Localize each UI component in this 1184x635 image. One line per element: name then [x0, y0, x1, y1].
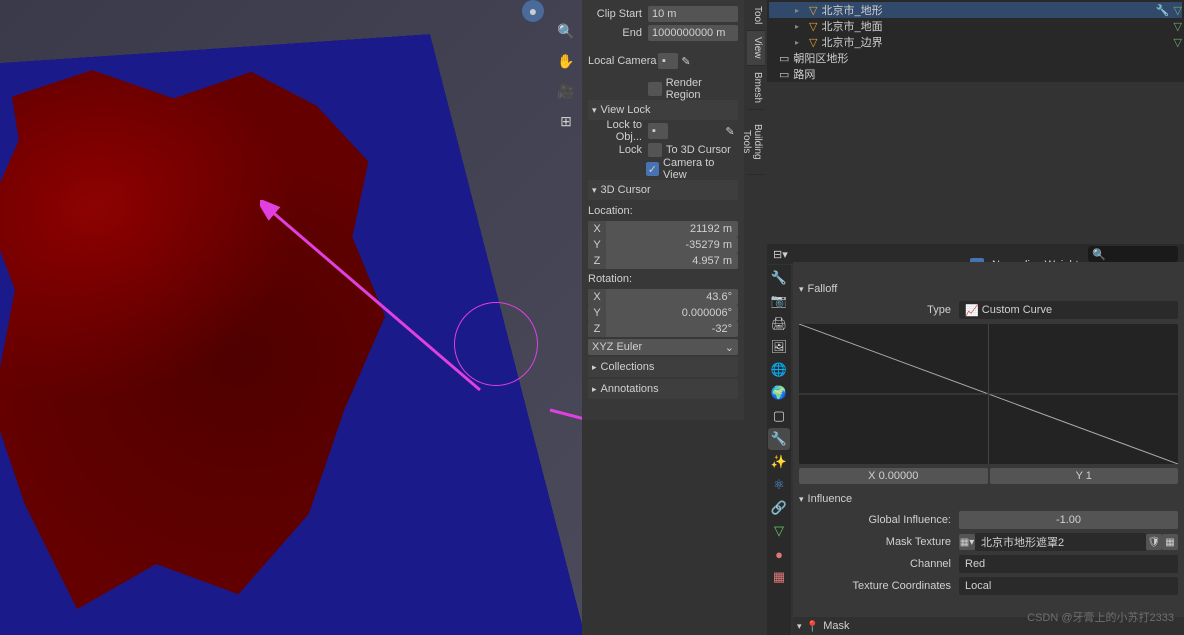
- texture-browse-icon[interactable]: ▦▾: [959, 534, 975, 550]
- brush-circle: [454, 302, 538, 386]
- ptab-render[interactable]: 📷: [768, 290, 790, 312]
- ptab-constraint[interactable]: 🔗: [768, 497, 790, 519]
- rotation-label: Rotation:: [588, 273, 632, 285]
- outliner-item[interactable]: ▭朝阳区地形: [769, 50, 1182, 66]
- eyedropper-icon[interactable]: ✎: [678, 53, 694, 69]
- tab-tool[interactable]: Tool: [747, 0, 765, 30]
- ptab-modifier[interactable]: 🔧: [768, 428, 790, 450]
- mask-texture-field[interactable]: 北京市地形遮罩2: [975, 533, 1146, 551]
- camera-to-view-checkbox[interactable]: ✓: [646, 162, 659, 176]
- ptab-texture[interactable]: ▦: [768, 566, 790, 588]
- outliner[interactable]: ▸▽北京市_地形🔧▽ ▸▽北京市_地面▽ ▸▽北京市_边界▽ ▭朝阳区地形 ▭路…: [767, 0, 1184, 82]
- render-region-checkbox[interactable]: [648, 82, 662, 96]
- influence-header[interactable]: Influence: [799, 490, 1178, 508]
- channel-dropdown[interactable]: Red: [959, 555, 1178, 573]
- ptab-scene[interactable]: 🌐: [768, 359, 790, 381]
- channel-label: Channel: [799, 558, 959, 570]
- new-texture-icon[interactable]: ▦: [1162, 534, 1178, 550]
- gizmo-toggle[interactable]: ●: [522, 0, 544, 22]
- annotations-header[interactable]: Annotations: [588, 379, 738, 399]
- pan-icon[interactable]: ✋: [555, 50, 577, 72]
- ptab-output[interactable]: 🖨: [768, 313, 790, 335]
- ptab-data[interactable]: ▽: [768, 520, 790, 542]
- viewport-nav-gizmos: 🔍 ✋ 🎥 ⊞: [554, 20, 578, 132]
- rot-x-input[interactable]: X43.6°: [588, 289, 738, 305]
- mask-texture-label: Mask Texture: [799, 536, 959, 548]
- falloff-header[interactable]: Falloff: [799, 280, 1178, 298]
- mesh-data-icon[interactable]: ▽: [1174, 4, 1182, 17]
- grid-icon[interactable]: ⊞: [555, 110, 577, 132]
- ptab-object[interactable]: ▢: [768, 405, 790, 427]
- tex-coords-dropdown[interactable]: Local: [959, 577, 1178, 595]
- ptab-particle[interactable]: ✨: [768, 451, 790, 473]
- curve-y-readout[interactable]: Y 1: [990, 468, 1179, 484]
- n-panel-tabs: Tool View Bmesh Building Tools: [747, 0, 765, 175]
- clip-start-label: Clip Start: [588, 8, 648, 20]
- n-panel: Clip Start10 m End1000000000 m Local Cam…: [582, 0, 744, 420]
- ptab-world[interactable]: 🌍: [768, 382, 790, 404]
- lock-to-obj-field[interactable]: ▪: [648, 123, 668, 139]
- to-3d-cursor-checkbox[interactable]: [648, 143, 662, 157]
- view-lock-header[interactable]: View Lock: [588, 100, 738, 120]
- mask-subpanel-header[interactable]: ▾📍Mask: [793, 617, 1184, 635]
- outliner-item[interactable]: ▸▽北京市_地形🔧▽: [769, 2, 1182, 18]
- mesh-icon: ▽: [809, 4, 817, 17]
- ptab-material[interactable]: ●: [768, 543, 790, 565]
- editor-type-icon[interactable]: ⊟▾: [773, 248, 788, 261]
- location-label: Location:: [588, 205, 633, 217]
- pin-icon[interactable]: 📍: [806, 620, 820, 633]
- properties-search[interactable]: 🔍: [1088, 246, 1178, 262]
- mesh-icon: ▽: [809, 36, 817, 49]
- tab-bmesh[interactable]: Bmesh: [747, 66, 765, 109]
- terrain-mesh: [0, 52, 484, 635]
- lock-to-obj-label: Lock to Obj...: [588, 119, 648, 143]
- ptab-physics[interactable]: ⚛: [768, 474, 790, 496]
- type-dropdown[interactable]: 📈 Custom Curve: [959, 301, 1178, 319]
- zoom-icon[interactable]: 🔍: [555, 20, 577, 42]
- lock-label: Lock: [588, 144, 648, 156]
- 3d-cursor-header[interactable]: 3D Cursor: [588, 180, 738, 200]
- cursor-x-input[interactable]: X21192 m: [588, 221, 738, 237]
- mesh-data-icon[interactable]: ▽: [1174, 36, 1182, 49]
- global-influence-slider[interactable]: -1.00: [959, 511, 1178, 529]
- local-camera-field[interactable]: ▪: [658, 53, 678, 69]
- camera-icon[interactable]: 🎥: [555, 80, 577, 102]
- modifier-icon[interactable]: 🔧: [1156, 4, 1170, 17]
- 3d-viewport[interactable]: ● 🔍 ✋ 🎥 ⊞: [0, 0, 582, 635]
- end-label: End: [588, 27, 648, 39]
- clip-start-input[interactable]: 10 m: [648, 6, 738, 22]
- ptab-view[interactable]: 🖼: [768, 336, 790, 358]
- search-icon: 🔍: [1092, 248, 1106, 261]
- collection-icon: ▭: [779, 68, 789, 81]
- tab-view[interactable]: View: [747, 31, 765, 65]
- tab-building[interactable]: Building Tools: [747, 110, 765, 174]
- mesh-icon: ▽: [809, 20, 817, 33]
- ptab-tool[interactable]: 🔧: [768, 267, 790, 289]
- rot-z-input[interactable]: Z-32°: [588, 321, 738, 337]
- cursor-y-input[interactable]: Y-35279 m: [588, 237, 738, 253]
- fake-user-icon[interactable]: 🛡: [1146, 534, 1162, 550]
- end-input[interactable]: 1000000000 m: [648, 25, 738, 41]
- properties-tabs: 🔧 📷 🖨 🖼 🌐 🌍 ▢ 🔧 ✨ ⚛ 🔗 ▽ ● ▦: [767, 265, 791, 635]
- curve-x-readout[interactable]: X 0.00000: [799, 468, 988, 484]
- curve-icon: 📈: [965, 304, 979, 317]
- properties-panel: Falloff Type📈 Custom Curve ⊕⊖⌄ X 0.00000…: [793, 262, 1184, 635]
- eyedropper-icon[interactable]: ✎: [722, 123, 738, 139]
- type-label: Type: [799, 304, 959, 316]
- outliner-item[interactable]: ▸▽北京市_边界▽: [769, 34, 1182, 50]
- outliner-item[interactable]: ▭路网: [769, 66, 1182, 82]
- render-region-label: Render Region: [666, 77, 738, 101]
- tex-coords-label: Texture Coordinates: [799, 580, 959, 592]
- rot-y-input[interactable]: Y0.000006°: [588, 305, 738, 321]
- global-influence-label: Global Influence:: [799, 514, 959, 526]
- local-camera-label: Local Camera: [588, 55, 658, 67]
- cursor-z-input[interactable]: Z4.957 m: [588, 253, 738, 269]
- collections-header[interactable]: Collections: [588, 357, 738, 377]
- mesh-data-icon[interactable]: ▽: [1174, 20, 1182, 33]
- falloff-curve[interactable]: [799, 324, 1178, 464]
- outliner-item[interactable]: ▸▽北京市_地面▽: [769, 18, 1182, 34]
- rotation-mode-dropdown[interactable]: XYZ Euler⌄: [588, 339, 738, 355]
- collection-icon: ▭: [779, 52, 789, 65]
